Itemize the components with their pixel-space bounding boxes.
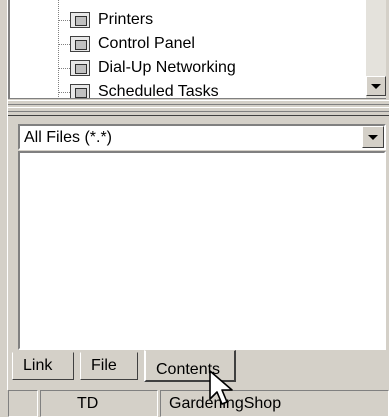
tab-file[interactable]: File xyxy=(80,352,138,380)
window-left-border xyxy=(0,0,8,390)
tab-contents[interactable]: Contents xyxy=(144,350,236,382)
tree-item-printers[interactable]: Printers xyxy=(70,8,153,32)
control-panel-icon xyxy=(70,36,90,52)
tab-link[interactable]: Link xyxy=(12,352,74,380)
file-filter-dropdown[interactable]: All Files (*.*) xyxy=(18,124,386,150)
status-cell-td: TD xyxy=(40,390,158,417)
tab-bar: Link File Contents xyxy=(8,350,389,382)
scheduled-tasks-icon xyxy=(70,84,90,98)
tree-item-label: Dial-Up Networking xyxy=(98,59,236,76)
tree-vertical-scrollbar[interactable] xyxy=(366,0,386,98)
splitter-dark xyxy=(8,115,389,116)
splitter-highlight xyxy=(8,107,389,108)
tree-item-label: Scheduled Tasks xyxy=(98,83,219,99)
tab-label: File xyxy=(91,357,117,374)
tree-item-control-panel[interactable]: Control Panel xyxy=(70,32,195,56)
file-list[interactable] xyxy=(18,151,386,350)
tree-item-label: Control Panel xyxy=(98,35,195,52)
app-window: Printers Control Panel Dial-Up Networkin… xyxy=(0,0,389,417)
splitter-shadow xyxy=(8,111,389,112)
status-bar: TD GardeningShop xyxy=(0,390,389,417)
status-cell-empty xyxy=(8,390,38,417)
dropdown-button[interactable] xyxy=(362,126,384,148)
tree-item-scheduled-tasks[interactable]: Scheduled Tasks xyxy=(70,80,219,99)
tree-item-dialup-networking[interactable]: Dial-Up Networking xyxy=(70,56,236,80)
tree-item-label: Printers xyxy=(98,11,154,28)
splitter-highlight xyxy=(8,100,389,101)
chevron-down-icon xyxy=(368,134,378,140)
splitter-shadow xyxy=(8,104,389,105)
file-filter-value: All Files (*.*) xyxy=(24,129,113,146)
tab-label: Link xyxy=(23,357,53,374)
tree-connector-line xyxy=(58,0,59,98)
dialup-networking-icon xyxy=(70,60,90,76)
tab-label: Contents xyxy=(156,361,221,378)
status-cell-project: GardeningShop xyxy=(160,390,389,417)
status-text: GardeningShop xyxy=(169,395,282,412)
folder-tree[interactable]: Printers Control Panel Dial-Up Networkin… xyxy=(8,0,386,99)
scroll-down-button[interactable] xyxy=(366,76,386,96)
pane-splitter[interactable] xyxy=(8,99,389,117)
status-text: TD xyxy=(77,395,99,412)
printer-folder-icon xyxy=(70,12,90,28)
arrow-down-icon xyxy=(371,83,381,89)
